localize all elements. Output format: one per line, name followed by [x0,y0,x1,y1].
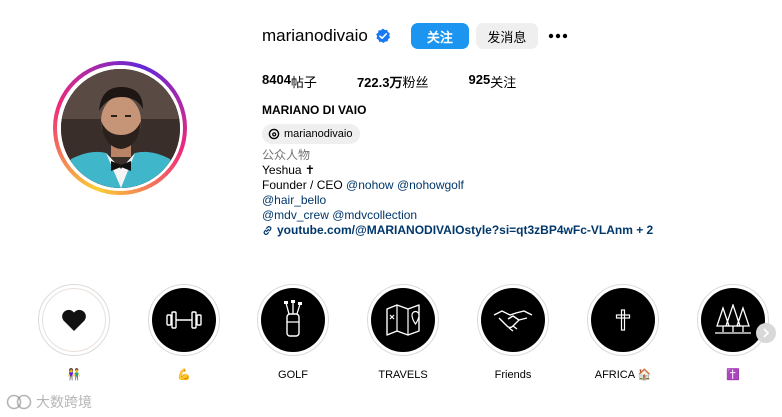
trees-icon [715,304,751,334]
following-stat[interactable]: 925 关注 [469,72,517,91]
watermark-logo-icon [6,394,32,410]
mention-nohow[interactable]: @nohow [346,178,394,192]
highlight-cover [481,288,545,352]
following-count: 925 [468,72,491,87]
threads-handle: marianodivaio [284,127,353,140]
followers-count: 722.3万 [356,75,403,90]
highlight-item[interactable]: Friends [477,284,549,382]
posts-count: 8404 [262,72,291,87]
profile-stats: 8404 帖子 722.3万 粉丝 925 关注 [262,72,556,91]
followers-label: 粉丝 [402,75,429,90]
profile-bio: MARIANO DI VAIO marianodivaio 公众人物 Yeshu… [262,103,653,238]
highlight-label: ✝️ [726,369,740,381]
follow-button[interactable]: 关注 [410,23,469,49]
story-highlights: 👫 💪 GOLF TRAVELS Friends AFRICA 🏠 ✝️ [38,284,782,384]
dumbbell-icon [166,311,202,329]
link-icon [263,226,272,235]
chevron-right-icon [763,328,769,338]
highlight-ring [148,284,220,356]
highlight-item[interactable]: 👫 [38,284,110,382]
highlight-ring [697,284,769,356]
external-link-text: youtube.com/@MARIANODIVAIOstyle?si=qt3zB… [277,223,654,237]
highlight-cover [261,288,325,352]
highlight-label: AFRICA 🏠 [594,369,652,381]
highlight-cover [371,288,435,352]
highlight-item[interactable]: 💪 [148,284,220,382]
threads-badge[interactable]: marianodivaio [262,124,361,144]
highlight-label: Friends [494,369,532,381]
highlight-item[interactable]: AFRICA 🏠 [587,284,659,382]
golf-bag-icon [284,300,302,337]
highlight-item[interactable]: TRAVELS [367,284,439,382]
threads-icon [268,128,280,140]
bio-line-2: Founder / CEO @nohow @nohowgolf [262,178,653,193]
map-icon [386,304,420,336]
profile-avatar-ring[interactable] [53,61,187,195]
posts-label: 帖子 [290,75,317,90]
message-button[interactable]: 发消息 [475,23,538,49]
mention-hair-bello[interactable]: @hair_bello [262,193,326,207]
full-name: MARIANO DI VAIO [262,103,367,117]
verified-badge-icon [375,28,391,44]
highlight-ring [367,284,439,356]
bio-line-3: @hair_bello [262,193,653,208]
highlight-cover [591,288,655,352]
heart-icon [62,309,86,331]
highlight-cover [42,288,106,352]
avatar-portrait-icon [60,68,180,188]
bio-line-2-text: Founder / CEO [262,178,347,192]
handshake-icon [493,310,533,332]
watermark: 大数跨境 [6,392,92,412]
highlight-label: 👫 [67,369,81,381]
bio-line-1: Yeshua ✝ [262,163,315,177]
username: marianodivaio [262,26,368,45]
highlight-label: GOLF [278,369,308,381]
cross-icon [615,309,631,331]
profile-header-row: marianodivaio 关注 发消息 [262,22,568,50]
highlight-ring [257,284,329,356]
bio-line-4: @mdv_crew @mdvcollection [262,208,653,223]
watermark-text: 大数跨境 [36,394,92,410]
profile-category: 公众人物 [262,148,311,162]
posts-stat: 8404 帖子 [262,72,317,91]
highlight-ring [477,284,549,356]
highlight-ring [38,284,110,356]
avatar[interactable] [60,68,180,188]
followers-stat[interactable]: 722.3万 粉丝 [357,72,429,91]
more-options-icon[interactable] [548,26,568,46]
mention-mdv-crew[interactable]: @mdv_crew [262,208,329,222]
highlight-label: TRAVELS [378,369,428,381]
mention-nohowgolf[interactable]: @nohowgolf [397,178,464,192]
mention-mdvcollection[interactable]: @mdvcollection [332,208,417,222]
highlight-item[interactable]: GOLF [257,284,329,382]
highlight-label: 💪 [177,369,191,381]
external-link[interactable]: youtube.com/@MARIANODIVAIOstyle?si=qt3zB… [262,223,653,238]
highlight-cover [701,288,765,352]
following-label: 关注 [490,75,517,90]
highlight-cover [152,288,216,352]
avatar-gap [57,65,183,191]
highlight-ring [587,284,659,356]
highlights-next-button[interactable] [756,323,776,343]
